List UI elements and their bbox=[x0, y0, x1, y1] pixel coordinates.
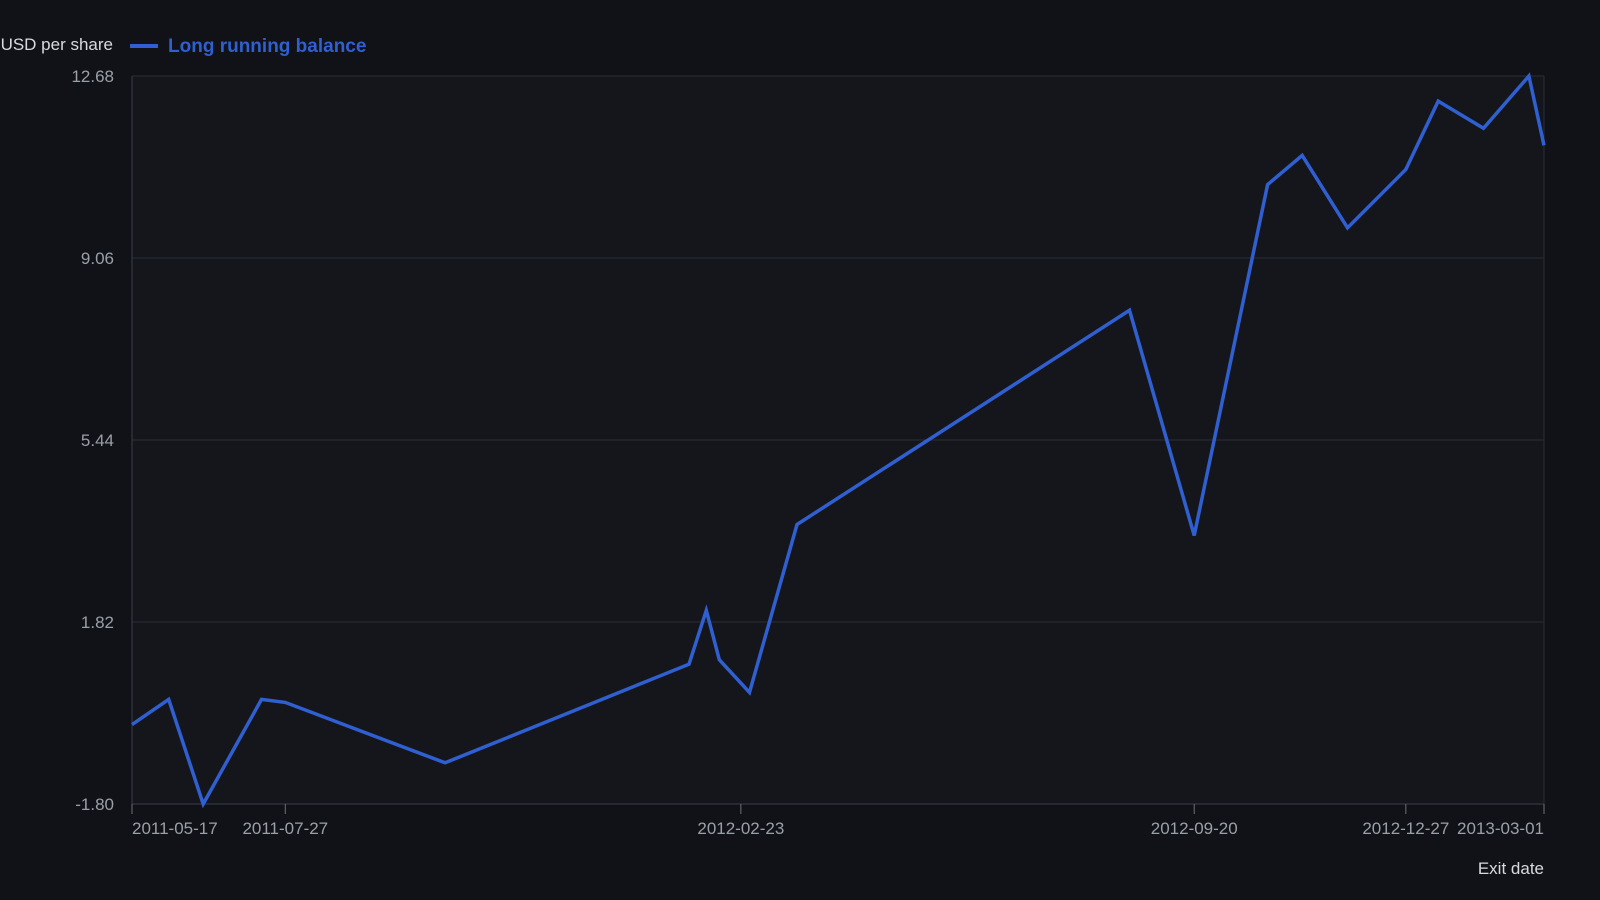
grid bbox=[132, 75, 1544, 805]
x-tick-label: 2012-02-23 bbox=[697, 819, 784, 838]
y-tick-label: -1.80 bbox=[75, 795, 114, 814]
legend-label: Long running balance bbox=[168, 36, 366, 57]
x-tick-label: 2011-05-17 bbox=[132, 819, 218, 838]
y-tick-label: 1.82 bbox=[81, 613, 114, 632]
y-tick-label: 12.68 bbox=[71, 67, 114, 86]
x-tick-label: 2013-03-01 bbox=[1457, 819, 1544, 838]
legend: USD per share Long running balance bbox=[1, 35, 367, 57]
line-chart: USD per share Long running balance -1.80… bbox=[1, 35, 1546, 878]
y-tick-label: 5.44 bbox=[81, 431, 114, 450]
y-axis-title: USD per share bbox=[1, 35, 113, 54]
y-tick-label: 9.06 bbox=[81, 249, 114, 268]
x-tick-label: 2012-09-20 bbox=[1151, 819, 1238, 838]
x-tick-label: 2011-07-27 bbox=[242, 819, 328, 838]
x-tick-label: 2012-12-27 bbox=[1362, 819, 1449, 838]
x-axis-title: Exit date bbox=[1478, 859, 1544, 878]
chart-container: USD per share Long running balance -1.80… bbox=[0, 0, 1600, 900]
